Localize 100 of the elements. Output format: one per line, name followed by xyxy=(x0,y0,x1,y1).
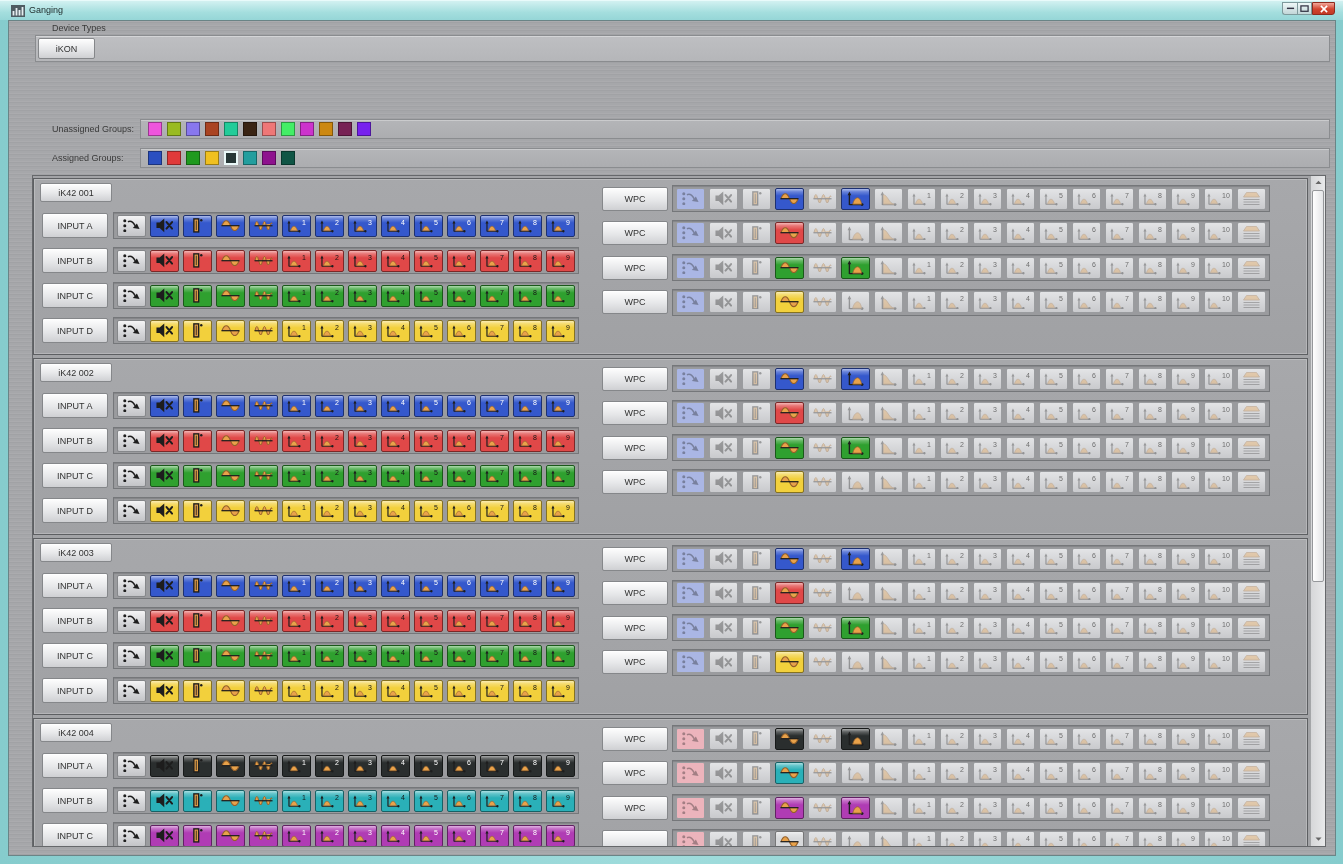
bar-toggle-button[interactable] xyxy=(742,547,771,570)
slope-toggle-button[interactable] xyxy=(874,727,903,750)
swatch-icon[interactable] xyxy=(167,151,181,165)
dense-wave-toggle-button[interactable] xyxy=(249,319,278,342)
dense-wave-toggle-button[interactable] xyxy=(808,256,837,279)
curve-toggle-button[interactable] xyxy=(841,187,870,210)
dense-wave-toggle-button[interactable] xyxy=(808,651,837,673)
slope-toggle-button[interactable] xyxy=(874,582,903,604)
curve-toggle-button[interactable] xyxy=(841,291,870,313)
bar-toggle-button[interactable] xyxy=(742,436,771,459)
input-button[interactable]: INPUT D xyxy=(42,498,108,523)
lines-toggle-button[interactable] xyxy=(1237,436,1266,459)
input-button[interactable]: INPUT B xyxy=(42,608,108,633)
mute-button[interactable] xyxy=(150,319,179,342)
routing-button[interactable] xyxy=(117,464,146,487)
bar-toggle-button[interactable] xyxy=(183,609,212,632)
slope-toggle-button[interactable] xyxy=(874,651,903,673)
bar-toggle-button[interactable] xyxy=(183,679,212,702)
wave-toggle-button[interactable] xyxy=(216,754,245,777)
lines-toggle-button[interactable] xyxy=(1237,582,1266,604)
slope-toggle-button[interactable] xyxy=(874,187,903,210)
slope-toggle-button[interactable] xyxy=(874,796,903,819)
wave-toggle-button[interactable] xyxy=(216,679,245,702)
curve-toggle-button[interactable] xyxy=(841,616,870,639)
lines-toggle-button[interactable] xyxy=(1237,222,1266,244)
wave-toggle-button[interactable] xyxy=(775,222,804,244)
input-button[interactable]: INPUT D xyxy=(42,318,108,343)
wave-toggle-button[interactable] xyxy=(775,402,804,424)
dense-wave-toggle-button[interactable] xyxy=(808,436,837,459)
wave-toggle-button[interactable] xyxy=(775,187,804,210)
wave-toggle-button[interactable] xyxy=(216,609,245,632)
swatch-icon[interactable] xyxy=(148,151,162,165)
lines-toggle-button[interactable] xyxy=(1237,256,1266,279)
output-button[interactable]: WPC xyxy=(602,761,668,785)
wave-toggle-button[interactable] xyxy=(216,214,245,237)
swatch-icon[interactable] xyxy=(186,122,200,136)
output-button[interactable]: WPC xyxy=(602,435,668,460)
routing-button[interactable] xyxy=(117,679,146,702)
device-button[interactable]: iK42 002 xyxy=(40,363,112,382)
dense-wave-toggle-button[interactable] xyxy=(808,616,837,639)
input-button[interactable]: INPUT A xyxy=(42,213,108,238)
bar-toggle-button[interactable] xyxy=(183,824,212,846)
input-button[interactable]: INPUT B xyxy=(42,788,108,813)
mute-button[interactable] xyxy=(150,429,179,452)
mute-button[interactable] xyxy=(150,214,179,237)
mute-button[interactable] xyxy=(150,574,179,597)
device-button[interactable]: iK42 003 xyxy=(40,543,112,562)
swatch-icon[interactable] xyxy=(186,151,200,165)
dense-wave-toggle-button[interactable] xyxy=(808,762,837,784)
output-button[interactable]: WPC xyxy=(602,650,668,674)
device-button[interactable]: iK42 004 xyxy=(40,723,112,742)
slope-toggle-button[interactable] xyxy=(874,256,903,279)
wave-toggle-button[interactable] xyxy=(216,319,245,342)
dense-wave-toggle-button[interactable] xyxy=(249,249,278,272)
curve-toggle-button[interactable] xyxy=(841,582,870,604)
wave-toggle-button[interactable] xyxy=(775,367,804,390)
curve-toggle-button[interactable] xyxy=(841,796,870,819)
curve-toggle-button[interactable] xyxy=(841,727,870,750)
wave-toggle-button[interactable] xyxy=(775,582,804,604)
slope-toggle-button[interactable] xyxy=(874,367,903,390)
dense-wave-toggle-button[interactable] xyxy=(808,222,837,244)
mute-button[interactable] xyxy=(150,394,179,417)
dense-wave-toggle-button[interactable] xyxy=(808,187,837,210)
dense-wave-toggle-button[interactable] xyxy=(249,609,278,632)
input-button[interactable]: INPUT C xyxy=(42,463,108,488)
dense-wave-toggle-button[interactable] xyxy=(249,284,278,307)
input-button[interactable]: INPUT B xyxy=(42,248,108,273)
dense-wave-toggle-button[interactable] xyxy=(808,367,837,390)
output-button[interactable]: WPC xyxy=(602,401,668,425)
mute-button[interactable] xyxy=(150,499,179,522)
swatch-icon[interactable] xyxy=(205,151,219,165)
bar-toggle-button[interactable] xyxy=(183,464,212,487)
swatch-icon[interactable] xyxy=(262,151,276,165)
output-button[interactable]: WPC xyxy=(602,255,668,280)
bar-toggle-button[interactable] xyxy=(742,222,771,244)
scrollbar-thumb[interactable] xyxy=(1312,190,1324,582)
output-button[interactable]: WPC xyxy=(602,726,668,751)
bar-toggle-button[interactable] xyxy=(742,651,771,673)
bar-toggle-button[interactable] xyxy=(183,394,212,417)
bar-toggle-button[interactable] xyxy=(183,249,212,272)
swatch-icon[interactable] xyxy=(281,151,295,165)
slope-toggle-button[interactable] xyxy=(874,616,903,639)
swatch-icon[interactable] xyxy=(205,122,219,136)
mute-button[interactable] xyxy=(150,249,179,272)
mute-button[interactable] xyxy=(150,609,179,632)
swatch-icon[interactable] xyxy=(148,122,162,136)
swatch-icon[interactable] xyxy=(338,122,352,136)
curve-toggle-button[interactable] xyxy=(841,436,870,459)
wave-toggle-button[interactable] xyxy=(216,284,245,307)
lines-toggle-button[interactable] xyxy=(1237,796,1266,819)
dense-wave-toggle-button[interactable] xyxy=(808,796,837,819)
routing-button[interactable] xyxy=(117,609,146,632)
input-button[interactable]: INPUT C xyxy=(42,643,108,668)
mute-button[interactable] xyxy=(150,284,179,307)
input-button[interactable]: INPUT D xyxy=(42,678,108,703)
wave-toggle-button[interactable] xyxy=(775,256,804,279)
routing-button[interactable] xyxy=(117,319,146,342)
dense-wave-toggle-button[interactable] xyxy=(808,547,837,570)
lines-toggle-button[interactable] xyxy=(1237,471,1266,493)
wave-toggle-button[interactable] xyxy=(216,789,245,812)
